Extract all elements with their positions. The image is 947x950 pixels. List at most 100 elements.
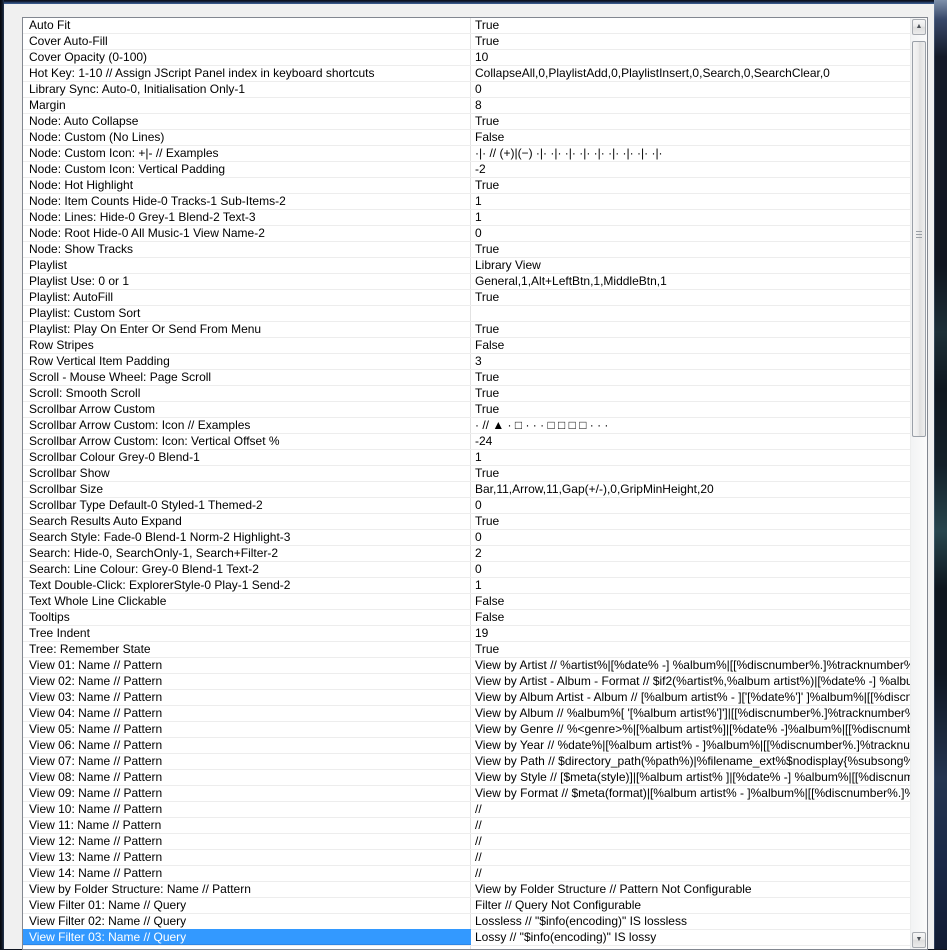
table-row[interactable]: Tree Indent 19 <box>23 626 910 642</box>
property-value-cell: // <box>475 850 482 864</box>
table-row[interactable]: Scroll: Smooth Scroll True <box>23 386 910 402</box>
thumb-grip-icon <box>916 231 922 238</box>
property-name-cell: View 06: Name // Pattern <box>29 738 163 752</box>
property-value-cell: 0 <box>475 498 482 512</box>
table-row[interactable]: Node: Root Hide-0 All Music-1 View Name-… <box>23 226 910 242</box>
table-row[interactable]: Node: Custom Icon: +|- // Examples ·|· /… <box>23 146 910 162</box>
property-name-cell: View 04: Name // Pattern <box>29 706 163 720</box>
scrollbar-thumb[interactable] <box>912 41 926 437</box>
table-row[interactable]: View 11: Name // Pattern // <box>23 818 910 834</box>
property-name-cell: Tree Indent <box>29 626 90 640</box>
table-row[interactable]: View 08: Name // Pattern View by Style /… <box>23 770 910 786</box>
table-row[interactable]: Playlist: Play On Enter Or Send From Men… <box>23 322 910 338</box>
property-name-cell: Text Double-Click: ExplorerStyle-0 Play-… <box>29 578 291 592</box>
table-row[interactable]: Cover Opacity (0-100) 10 <box>23 50 910 66</box>
table-row[interactable]: Cover Auto-Fill True <box>23 34 910 50</box>
property-name-cell: Node: Root Hide-0 All Music-1 View Name-… <box>29 226 265 240</box>
table-row[interactable]: View 01: Name // Pattern View by Artist … <box>23 658 910 674</box>
table-row[interactable]: Search Results Auto Expand True <box>23 514 910 530</box>
table-row[interactable]: View Filter 02: Name // Query Lossless /… <box>23 914 910 930</box>
property-name-cell: View 10: Name // Pattern <box>29 802 163 816</box>
property-value-cell: 0 <box>475 226 482 240</box>
property-name-cell: Scrollbar Show <box>29 466 110 480</box>
table-row[interactable]: Node: Hot Highlight True <box>23 178 910 194</box>
table-row[interactable]: Row Vertical Item Padding 3 <box>23 354 910 370</box>
table-row[interactable]: Scroll - Mouse Wheel: Page Scroll True <box>23 370 910 386</box>
table-row[interactable]: Scrollbar Arrow Custom: Icon: Vertical O… <box>23 434 910 450</box>
property-name-cell: View 01: Name // Pattern <box>29 658 163 672</box>
property-value-cell: 0 <box>475 530 482 544</box>
scroll-up-icon: ▲ <box>915 23 923 30</box>
table-row[interactable]: Tree: Remember State True <box>23 642 910 658</box>
property-value-cell: 1 <box>475 210 482 224</box>
table-row[interactable]: Search: Hide-0, SearchOnly-1, Search+Fil… <box>23 546 910 562</box>
scroll-up-button[interactable]: ▲ <box>912 19 926 35</box>
table-row[interactable]: View 14: Name // Pattern // <box>23 866 910 882</box>
scroll-down-icon: ▼ <box>915 936 923 943</box>
scroll-down-button[interactable]: ▼ <box>912 932 926 948</box>
table-row[interactable]: View 10: Name // Pattern // <box>23 802 910 818</box>
table-row[interactable]: View 05: Name // Pattern View by Genre /… <box>23 722 910 738</box>
property-value-cell: ·|· // (+)|(−) ·|· ·|· ·|· ·|· ·|· ·|· ·… <box>475 146 663 160</box>
table-row[interactable]: Text Whole Line Clickable False <box>23 594 910 610</box>
property-value-cell: True <box>475 466 500 480</box>
table-row[interactable]: View 13: Name // Pattern // <box>23 850 910 866</box>
table-row[interactable]: View 04: Name // Pattern View by Album /… <box>23 706 910 722</box>
table-row[interactable]: Playlist Library View <box>23 258 910 274</box>
table-row[interactable]: Playlist: Custom Sort <box>23 306 910 322</box>
table-row[interactable]: View 03: Name // Pattern View by Album A… <box>23 690 910 706</box>
table-row[interactable]: View 06: Name // Pattern View by Year //… <box>23 738 910 754</box>
property-value-cell: True <box>475 290 500 304</box>
property-name-cell: Playlist: Custom Sort <box>29 306 141 320</box>
table-row[interactable]: Scrollbar Arrow Custom True <box>23 402 910 418</box>
table-row[interactable]: Hot Key: 1-10 // Assign JScript Panel in… <box>23 66 910 82</box>
property-value-cell: True <box>475 402 500 416</box>
table-row[interactable]: Scrollbar Size Bar,11,Arrow,11,Gap(+/-),… <box>23 482 910 498</box>
table-row[interactable]: Scrollbar Show True <box>23 466 910 482</box>
table-row[interactable]: Scrollbar Arrow Custom: Icon // Examples… <box>23 418 910 434</box>
property-name-cell: Node: Lines: Hide-0 Grey-1 Blend-2 Text-… <box>29 210 256 224</box>
table-row[interactable]: View 02: Name // Pattern View by Artist … <box>23 674 910 690</box>
table-row[interactable]: View 07: Name // Pattern View by Path //… <box>23 754 910 770</box>
property-value-cell: · // ▲ · □ · · · □ □ □ □ · · · <box>475 418 609 432</box>
property-value-cell: True <box>475 178 500 192</box>
table-row[interactable]: Scrollbar Colour Grey-0 Blend-1 1 <box>23 450 910 466</box>
table-row[interactable]: Node: Lines: Hide-0 Grey-1 Blend-2 Text-… <box>23 210 910 226</box>
table-row[interactable]: Node: Custom Icon: Vertical Padding -2 <box>23 162 910 178</box>
property-value-cell: View by Artist // %artist%|[%date% -] %a… <box>475 658 910 672</box>
property-value-cell: 0 <box>475 82 482 96</box>
table-row[interactable]: View 12: Name // Pattern // <box>23 834 910 850</box>
property-name-cell: Library Sync: Auto-0, Initialisation Onl… <box>29 82 246 96</box>
property-value-cell: Lossy // "$info(encoding)" IS lossy <box>475 930 657 944</box>
table-row[interactable]: Node: Custom (No Lines) False <box>23 130 910 146</box>
property-value-cell: True <box>475 322 500 336</box>
table-row[interactable]: Search: Line Colour: Grey-0 Blend-1 Text… <box>23 562 910 578</box>
property-value-cell: 2 <box>475 546 482 560</box>
table-row[interactable]: Row Stripes False <box>23 338 910 354</box>
table-row[interactable]: Library Sync: Auto-0, Initialisation Onl… <box>23 82 910 98</box>
table-row[interactable]: Playlist Use: 0 or 1 General,1,Alt+LeftB… <box>23 274 910 290</box>
property-name-cell: View Filter 02: Name // Query <box>29 914 187 928</box>
property-name-cell: Tooltips <box>29 610 70 624</box>
table-row[interactable]: Auto Fit True <box>23 18 910 34</box>
vertical-scrollbar[interactable]: ▲ ▼ <box>910 18 927 949</box>
table-row[interactable]: View Filter 01: Name // Query Filter // … <box>23 898 910 914</box>
table-row[interactable]: View Filter 03: Name // Query Lossy // "… <box>23 929 910 946</box>
property-name-cell: Scrollbar Arrow Custom: Icon // Examples <box>29 418 251 432</box>
property-name-cell: Hot Key: 1-10 // Assign JScript Panel in… <box>29 66 375 80</box>
table-row[interactable]: Search Style: Fade-0 Blend-1 Norm-2 High… <box>23 530 910 546</box>
table-row[interactable]: Text Double-Click: ExplorerStyle-0 Play-… <box>23 578 910 594</box>
table-row[interactable]: Scrollbar Type Default-0 Styled-1 Themed… <box>23 498 910 514</box>
table-row[interactable]: Margin 8 <box>23 98 910 114</box>
property-value-cell <box>471 306 910 321</box>
table-row[interactable]: Node: Show Tracks True <box>23 242 910 258</box>
property-value-cell: False <box>475 338 505 352</box>
table-row[interactable]: View 09: Name // Pattern View by Format … <box>23 786 910 802</box>
property-name-cell: View Filter 01: Name // Query <box>29 898 187 912</box>
table-row[interactable]: View by Folder Structure: Name // Patter… <box>23 882 910 898</box>
table-row[interactable]: Node: Auto Collapse True <box>23 114 910 130</box>
table-row[interactable]: Node: Item Counts Hide-0 Tracks-1 Sub-It… <box>23 194 910 210</box>
table-row[interactable]: Playlist: AutoFill True <box>23 290 910 306</box>
table-row[interactable]: Tooltips False <box>23 610 910 626</box>
property-value-cell: False <box>475 594 505 608</box>
